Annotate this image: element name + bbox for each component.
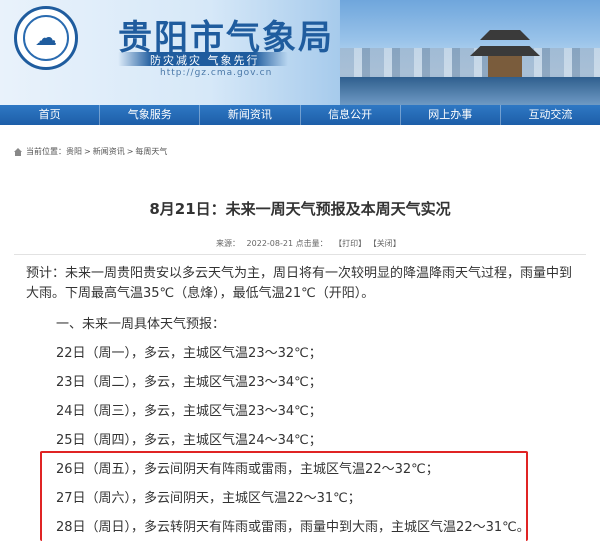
breadcrumb-separator: >	[84, 147, 91, 156]
banner-water	[340, 77, 600, 105]
breadcrumb-link-weekly-weather[interactable]: 每周天气	[135, 146, 167, 157]
site-url: http://gz.cma.gov.cn	[160, 68, 273, 78]
pavilion-image	[470, 30, 540, 78]
article-title: 8月21日：未来一周天气预报及本周天气实况	[149, 200, 451, 218]
forecast-day: 23日（周二），多云，主城区气温23～34℃；	[56, 375, 322, 390]
home-icon	[14, 147, 22, 156]
article-meta: 来源： 2022-08-21 点击量： 【打印】 【关闭】	[216, 239, 401, 248]
site-banner: ☁ 贵阳市气象局 防灾减灾 气象先行 http://gz.cma.gov.cn	[0, 0, 600, 105]
nav-item-home[interactable]: 首页	[0, 105, 101, 125]
forecast-day: 25日（周四），多云，主城区气温24～34℃；	[56, 433, 322, 448]
forecast-day: 22日（周一），多云，主城区气温23～32℃；	[56, 346, 322, 361]
breadcrumb-prefix: 当前位置：	[26, 147, 66, 156]
print-link[interactable]: 打印	[342, 239, 358, 248]
breadcrumb: 当前位置： 贵阳 > 新闻资讯 > 每周天气	[14, 146, 167, 157]
breadcrumb-separator: >	[126, 147, 134, 156]
meta-divider	[14, 254, 586, 255]
site-logo[interactable]: ☁	[14, 6, 78, 70]
breadcrumb-link-news[interactable]: 新闻资讯	[93, 146, 125, 157]
forecast-day: 24日（周三），多云，主城区气温23～34℃；	[56, 404, 322, 419]
cloud-logo-icon: ☁	[23, 15, 69, 61]
source-label: 来源：	[216, 239, 240, 248]
nav-item-info-disclosure[interactable]: 信息公开	[301, 105, 401, 125]
breadcrumb-link-guiyang[interactable]: 贵阳	[66, 146, 82, 157]
forecast-day: 26日（周五），多云间阴天有阵雨或雷雨，主城区气温22～32℃；	[56, 462, 439, 477]
section-heading: 一、未来一周具体天气预报：	[56, 317, 226, 332]
nav-item-online-services[interactable]: 网上办事	[401, 105, 501, 125]
main-nav: 首页 气象服务 新闻资讯 信息公开 网上办事 互动交流	[0, 105, 600, 125]
nav-item-news[interactable]: 新闻资讯	[200, 105, 301, 125]
nav-item-interaction[interactable]: 互动交流	[501, 105, 600, 125]
forecast-day: 27日（周六），多云间阴天，主城区气温22～31℃；	[56, 491, 361, 506]
forecast-intro: 预计：未来一周贵阳贵安以多云天气为主，周日将有一次较明显的降温降雨天气过程，雨量…	[26, 266, 573, 301]
publish-date: 2022-08-21	[246, 239, 294, 248]
nav-item-weather-service[interactable]: 气象服务	[100, 105, 201, 125]
forecast-day: 28日（周日），多云转阴天有阵雨或雷雨，雨量中到大雨，主城区气温22～31℃。	[56, 520, 530, 535]
close-link[interactable]: 关闭	[377, 239, 393, 248]
site-slogan: 防灾减灾 气象先行	[150, 54, 260, 67]
clicks-label: 点击量：	[295, 239, 328, 248]
